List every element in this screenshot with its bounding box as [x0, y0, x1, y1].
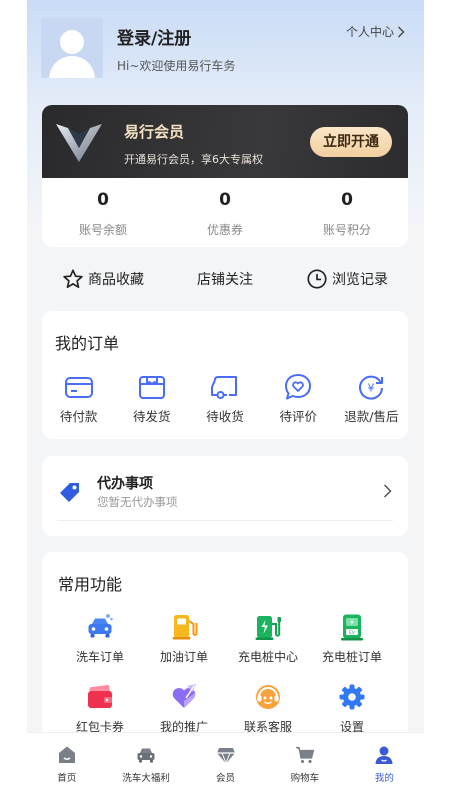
favorites-label: 商品收藏 [88, 272, 144, 288]
charging-icon [255, 616, 281, 640]
function-label: 充电桩中心 [237, 650, 298, 664]
functions-grid: 洗车订单 加油订单 充电桩中心 EV 充电桩订单 红包卡券 我的推广 联系客服 … [58, 612, 394, 752]
follow-shops-label: 店铺关注 [197, 272, 253, 288]
favorites-link[interactable]: 商品收藏 [42, 264, 164, 294]
car-wash-orders[interactable]: 洗车订单 [58, 612, 142, 682]
diamond-icon [216, 748, 235, 765]
svg-text:¥: ¥ [368, 382, 375, 395]
member-subtitle: 开通易行会员，享6大专属权 [124, 153, 263, 166]
card-icon [64, 377, 93, 398]
avatar-body-shape [49, 56, 95, 78]
tab-cart[interactable]: 购物车 [265, 733, 344, 800]
charging-center[interactable]: 充电桩中心 [226, 612, 310, 682]
order-status-row: 待付款 待发货 待收货 待评价 ¥ 退款/售后 [42, 371, 408, 425]
divider [57, 520, 393, 521]
stat-value: 0 [219, 190, 231, 210]
fuel-icon [172, 615, 198, 640]
gear-icon [339, 684, 365, 710]
tab-label: 购物车 [290, 773, 320, 784]
tab-member[interactable]: 会员 [186, 733, 265, 800]
cart-icon [295, 746, 315, 764]
personal-center-label: 个人中心 [345, 25, 394, 39]
stat-balance[interactable]: 0 账号余额 [42, 187, 164, 245]
personal-center-link[interactable]: 个人中心 [346, 23, 405, 40]
functions-card: 常用功能 洗车订单 加油订单 充电桩中心 EV 充电桩订单 红包卡券 我的推广 … [42, 552, 408, 752]
chevron-right-icon [383, 484, 392, 498]
bottom-tab-bar: 首页 洗车大福利 会员 购物车 我的 [27, 732, 424, 800]
stat-label: 账号余额 [78, 223, 127, 237]
quick-links: 商品收藏 店铺关注 浏览记录 [42, 264, 408, 294]
svg-text:EV: EV [349, 630, 356, 636]
tab-car-wash-welfare[interactable]: 洗车大福利 [106, 733, 185, 800]
orders-title: 我的订单 [55, 334, 120, 353]
member-card: 易行会员 开通易行会员，享6大专属权 立即开通 0 账号余额 0 优惠券 0 账… [42, 105, 408, 247]
history-link[interactable]: 浏览记录 [286, 264, 408, 294]
refund-icon: ¥ [359, 375, 384, 400]
tab-label: 我的 [374, 773, 394, 784]
stat-label: 优惠券 [206, 223, 243, 237]
stat-points[interactable]: 0 账号积分 [286, 187, 408, 245]
todo-empty-text: 您暂无代办事项 [97, 495, 178, 509]
functions-row: 洗车订单 加油订单 充电桩中心 EV 充电桩订单 [58, 612, 394, 682]
star-icon [63, 269, 83, 288]
tab-label: 洗车大福利 [122, 773, 170, 784]
stat-label: 账号积分 [322, 223, 371, 237]
order-label: 退款/售后 [344, 409, 399, 424]
charge-order-icon: EV [341, 614, 363, 641]
wallet-icon [88, 684, 112, 708]
account-stats: 0 账号余额 0 优惠券 0 账号积分 [42, 187, 408, 245]
home-icon [58, 746, 75, 763]
order-label: 待发货 [133, 409, 171, 424]
truck-icon [211, 376, 237, 399]
avatar[interactable] [41, 18, 103, 78]
tab-mine[interactable]: 我的 [345, 733, 424, 800]
history-label: 浏览记录 [332, 272, 388, 288]
tag-icon [60, 483, 79, 502]
stat-value: 0 [97, 190, 109, 210]
member-title: 易行会员 [124, 123, 185, 141]
app-screen: 登录/注册 Hi~欢迎使用易行车务 个人中心 易行会员 开通易行会员，享6大专属… [27, 0, 424, 800]
order-pending-receive[interactable]: 待收货 [188, 371, 261, 425]
avatar-head-shape [60, 30, 84, 54]
profile-header: 登录/注册 Hi~欢迎使用易行车务 个人中心 [41, 18, 411, 80]
car-icon [137, 748, 155, 763]
function-label: 加油订单 [159, 650, 208, 664]
order-pending-ship[interactable]: 待发货 [115, 371, 188, 425]
charging-orders[interactable]: EV 充电桩订单 [310, 612, 394, 682]
function-label: 洗车订单 [75, 650, 124, 664]
order-label: 待评价 [279, 409, 317, 424]
welcome-text: Hi~欢迎使用易行车务 [117, 59, 236, 73]
chevron-right-icon [398, 26, 405, 37]
tab-label: 首页 [57, 773, 77, 784]
heart-chat-icon [285, 374, 312, 400]
order-pending-payment[interactable]: 待付款 [42, 371, 115, 425]
fuel-orders[interactable]: 加油订单 [142, 612, 226, 682]
open-membership-button[interactable]: 立即开通 [310, 127, 392, 157]
stat-coupons[interactable]: 0 优惠券 [164, 187, 286, 245]
member-banner: 易行会员 开通易行会员，享6大专属权 立即开通 [42, 105, 408, 178]
member-v-logo-icon [56, 124, 102, 162]
order-label: 待付款 [59, 409, 98, 424]
tab-home[interactable]: 首页 [27, 733, 106, 800]
functions-title: 常用功能 [58, 575, 123, 594]
todo-title: 代办事项 [97, 476, 153, 492]
stat-value: 0 [341, 190, 353, 210]
car-wash-icon [88, 614, 113, 638]
box-icon [138, 376, 165, 399]
orders-card: 我的订单 待付款 待发货 待收货 待评价 ¥ 退款/售后 [42, 311, 408, 439]
clock-icon [307, 269, 327, 289]
service-icon [256, 685, 280, 709]
login-register-link[interactable]: 登录/注册 [117, 24, 191, 49]
user-icon [375, 746, 393, 764]
follow-shops-link[interactable]: 店铺关注 [164, 264, 286, 294]
todo-card[interactable]: 代办事项 您暂无代办事项 [42, 456, 408, 536]
tab-label: 会员 [216, 773, 236, 784]
order-label: 待收货 [206, 409, 244, 424]
promo-icon [172, 684, 196, 708]
order-refund[interactable]: ¥ 退款/售后 [335, 371, 408, 425]
order-pending-review[interactable]: 待评价 [262, 371, 335, 425]
function-label: 充电桩订单 [321, 650, 382, 664]
